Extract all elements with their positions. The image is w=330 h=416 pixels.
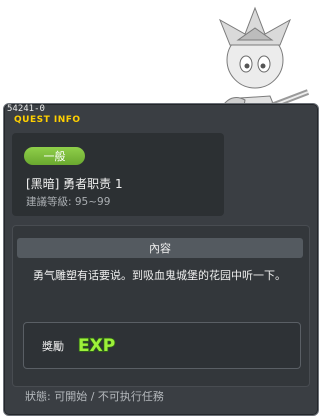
quest-status: 狀態: 可開始 / 不可执行任務	[25, 390, 164, 403]
quest-name: [黑暗] 勇者职责 1	[26, 177, 123, 191]
content-header: 內容	[17, 238, 303, 258]
reward-label: 獎勵	[42, 340, 64, 353]
quest-id-label: 54241-0	[7, 104, 45, 114]
quest-description: 勇气雕塑有话要说。到吸血鬼城堡的花园中听一下。	[33, 269, 286, 282]
quest-info-window: 54241-0 QUEST INFO 一般 [黑暗] 勇者职责 1 建議等級: …	[3, 103, 319, 416]
exp-icon-text: EXP	[78, 336, 115, 356]
exp-icon: EXP	[77, 335, 116, 356]
recommended-level: 建議等級: 95~99	[26, 196, 111, 208]
content-panel: 內容 勇气雕塑有话要说。到吸血鬼城堡的花园中听一下。 獎勵 EXP	[12, 225, 310, 387]
quest-info-title: QUEST INFO	[14, 115, 81, 125]
category-badge: 一般	[24, 147, 85, 165]
reward-box: 獎勵 EXP	[23, 322, 301, 369]
